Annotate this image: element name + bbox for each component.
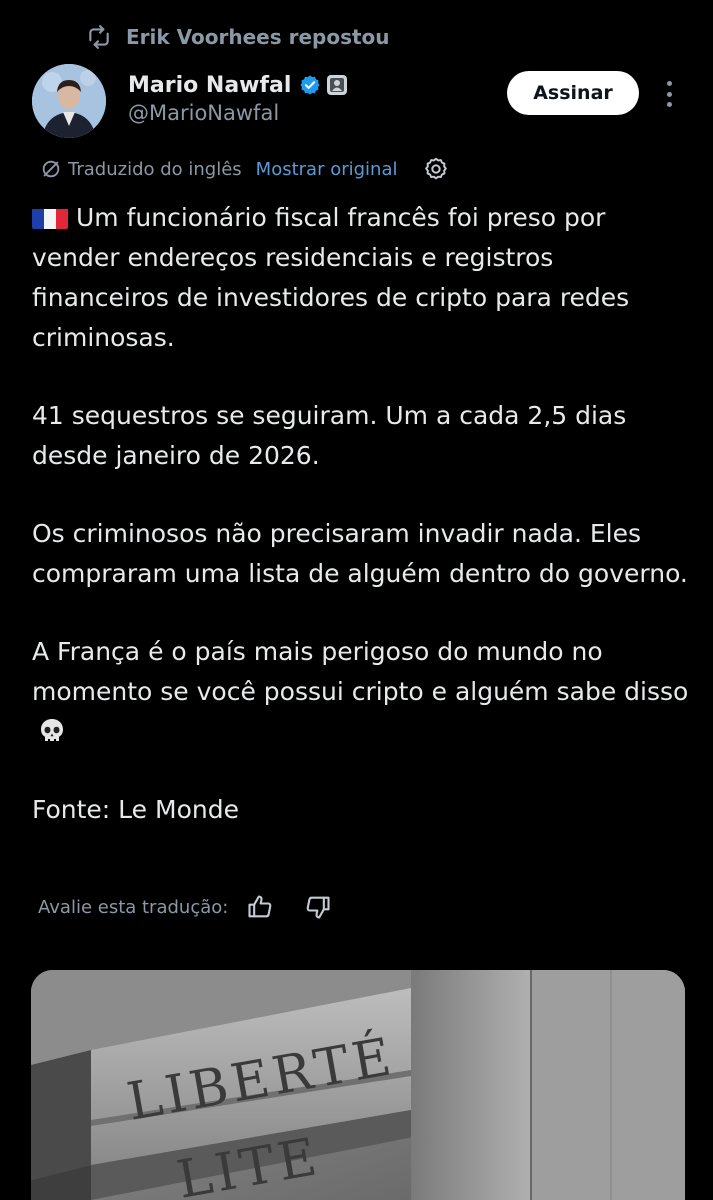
show-original-link[interactable]: Mostrar original bbox=[256, 159, 398, 180]
subscribe-button[interactable]: Assinar bbox=[507, 71, 639, 115]
verified-badge-icon bbox=[299, 74, 321, 96]
post-paragraph-2: 41 sequestros se seguiram. Um a cada 2,5… bbox=[32, 401, 627, 470]
repost-header[interactable]: Erik Voorhees repostou bbox=[86, 22, 390, 52]
rate-translation-label: Avalie esta tradução: bbox=[38, 896, 229, 918]
thumbs-up-icon[interactable] bbox=[246, 893, 274, 921]
skull-icon bbox=[38, 717, 66, 745]
thumbs-down-icon[interactable] bbox=[304, 893, 332, 921]
post-paragraph: Um funcionário fiscal francês foi preso … bbox=[32, 198, 692, 358]
avatar[interactable] bbox=[32, 64, 106, 138]
france-flag-icon bbox=[32, 205, 68, 229]
author-info[interactable]: Mario Nawfal @MarioNawfal bbox=[128, 70, 348, 125]
author-name[interactable]: Mario Nawfal bbox=[128, 73, 291, 98]
repost-label: Erik Voorhees repostou bbox=[126, 25, 390, 49]
translated-from-label: Traduzido do inglês bbox=[68, 158, 242, 180]
repost-icon bbox=[86, 24, 112, 50]
affiliate-badge-icon bbox=[327, 75, 348, 95]
gear-icon[interactable] bbox=[423, 156, 449, 182]
post-paragraph-4: A França é o país mais perigoso do mundo… bbox=[32, 637, 689, 706]
author-handle[interactable]: @MarioNawfal bbox=[128, 101, 347, 125]
rate-translation: Avalie esta tradução: bbox=[38, 892, 332, 922]
post-image[interactable]: LIBERTÉ LITE bbox=[31, 970, 685, 1200]
post-paragraph-5: Fonte: Le Monde bbox=[32, 795, 239, 824]
post-paragraph-3: Os criminosos não precisaram invadir nad… bbox=[32, 519, 688, 588]
translate-icon bbox=[40, 158, 62, 180]
translation-bar: Traduzido do inglês Mostrar original bbox=[40, 154, 449, 184]
post-paragraph: A França é o país mais perigoso do mundo… bbox=[32, 632, 692, 752]
more-options-icon[interactable] bbox=[658, 78, 680, 110]
post-text: Um funcionário fiscal francês foi preso … bbox=[32, 198, 692, 830]
post-paragraph-1: Um funcionário fiscal francês foi preso … bbox=[32, 203, 630, 352]
